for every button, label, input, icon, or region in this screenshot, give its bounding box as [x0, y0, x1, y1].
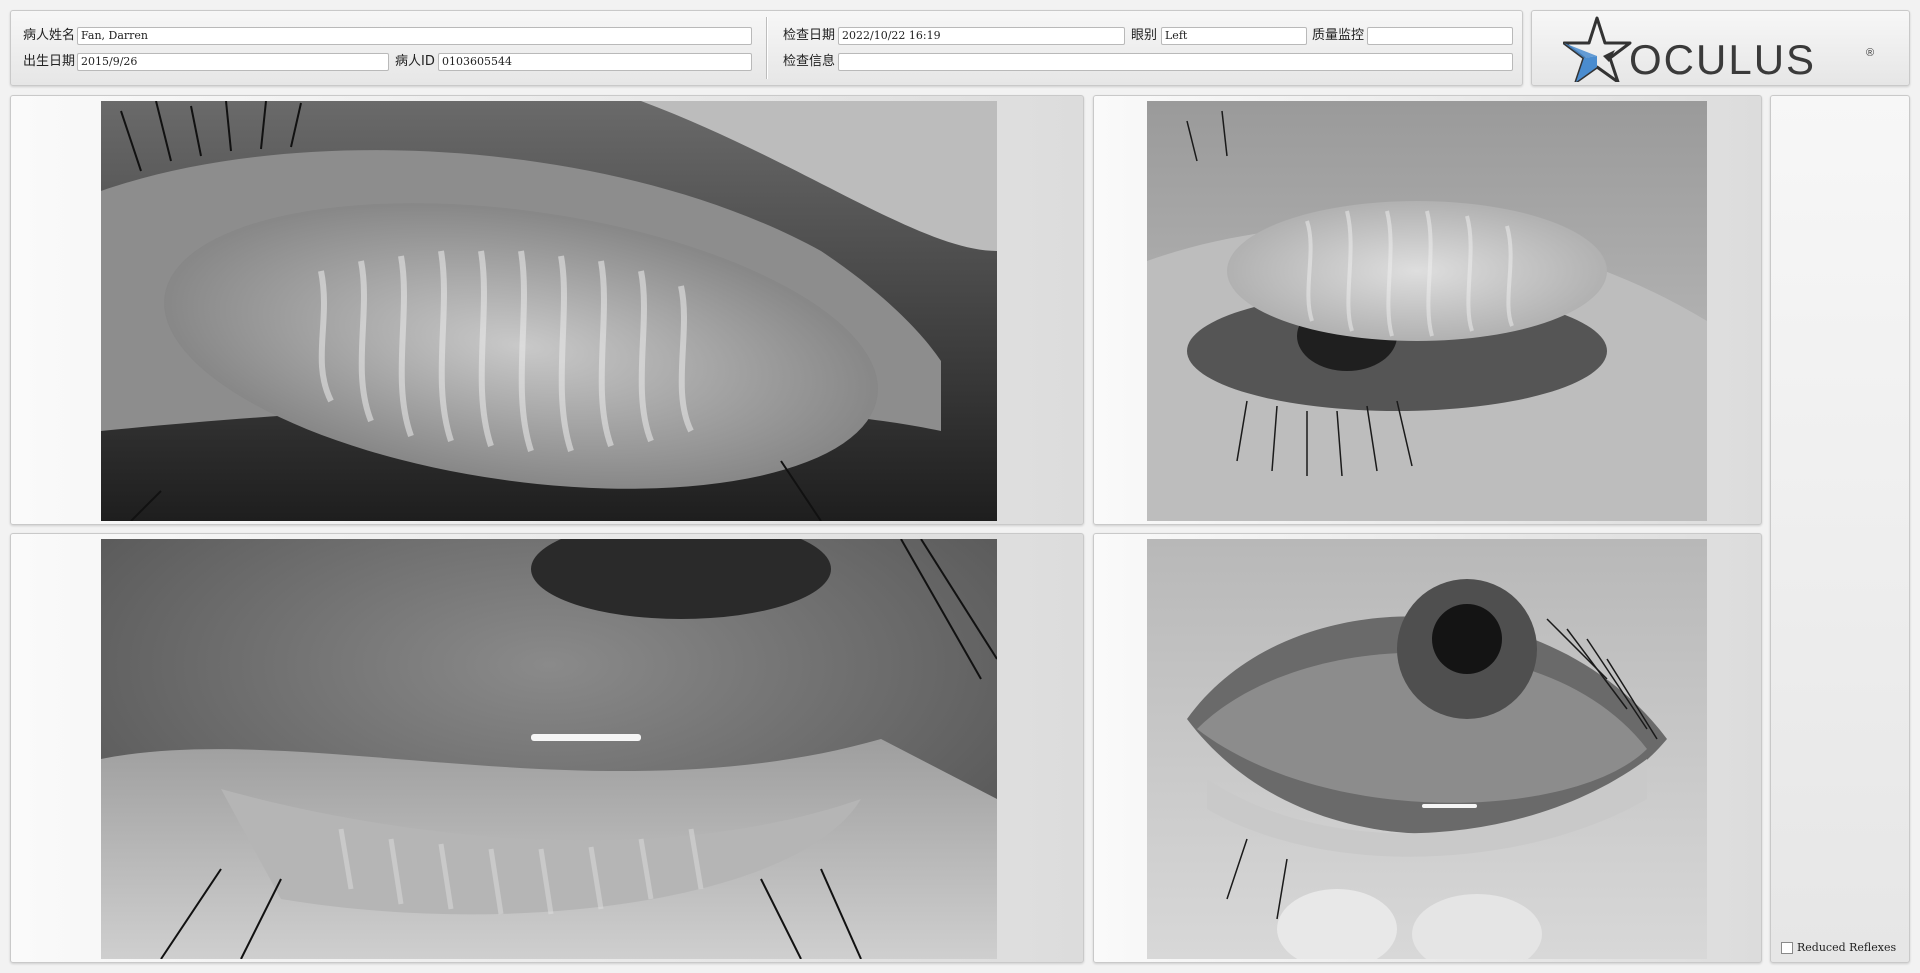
reduced-reflexes-option[interactable]: Reduced Reflexes — [1781, 941, 1896, 954]
image-panel-bottom-left[interactable] — [10, 533, 1084, 963]
logo-text: OCULUS — [1629, 36, 1816, 82]
registered-mark: ® — [1866, 47, 1874, 59]
exam-info-label: 检查信息 — [783, 54, 836, 69]
dob-label: 出生日期 — [23, 54, 76, 69]
meibography-lower-lid-image[interactable] — [101, 539, 997, 959]
exam-date-field[interactable]: 2022/10/22 16:19 — [838, 27, 1125, 45]
patient-info-panel: 病人姓名 Fan, Darren 出生日期 2015/9/26 病人ID 010… — [10, 10, 1523, 86]
exam-info-field[interactable] — [838, 53, 1513, 71]
patient-id-label: 病人ID — [395, 54, 435, 69]
eye-upper-lid-image[interactable] — [1147, 101, 1707, 521]
quality-control-field[interactable] — [1367, 27, 1513, 45]
patient-id-field[interactable]: 0103605544 — [438, 53, 752, 71]
image-panel-top-right[interactable] — [1093, 95, 1762, 525]
patient-name-field[interactable]: Fan, Darren — [77, 27, 752, 45]
patient-name-label: 病人姓名 — [23, 28, 76, 43]
header-divider — [766, 17, 768, 79]
reduced-reflexes-checkbox[interactable] — [1781, 941, 1793, 954]
logo-panel: OCULUS ® — [1531, 10, 1910, 86]
quality-control-label: 质量监控 — [1312, 28, 1365, 43]
meibography-upper-lid-image[interactable] — [101, 101, 997, 521]
oculus-logo: OCULUS ® — [1563, 16, 1874, 82]
eye-side-label: 眼别 — [1131, 28, 1158, 43]
dob-field[interactable]: 2015/9/26 — [77, 53, 389, 71]
side-panel: Reduced Reflexes — [1770, 95, 1910, 963]
reduced-reflexes-label: Reduced Reflexes — [1797, 941, 1897, 954]
eye-lower-lid-image[interactable] — [1147, 539, 1707, 959]
eye-side-field[interactable]: Left — [1161, 27, 1307, 45]
exam-date-label: 检查日期 — [783, 28, 836, 43]
image-panel-top-left[interactable] — [10, 95, 1084, 525]
image-panel-bottom-right[interactable] — [1093, 533, 1762, 963]
